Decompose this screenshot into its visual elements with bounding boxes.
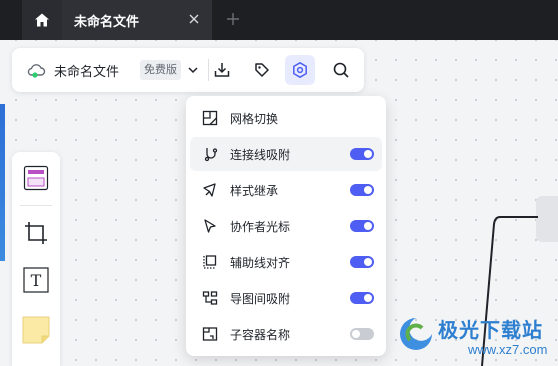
plus-icon[interactable] [224, 10, 242, 28]
connector-snap-icon [204, 148, 218, 162]
left-edge-strip [0, 104, 5, 366]
tab-active-document[interactable]: 未命名文件 [62, 0, 212, 40]
mindmap-snap-icon [202, 291, 218, 305]
sticky-note-tool[interactable] [22, 316, 50, 344]
watermark-url: www.xz7.com [468, 342, 548, 357]
tab-bar: 未命名文件 [0, 0, 558, 40]
watermark-text: 极光下载站 [438, 318, 543, 342]
tag-button[interactable] [247, 55, 277, 85]
container-name-icon [202, 327, 218, 341]
home-icon [35, 13, 49, 27]
menu-item-label: 导图间吸附 [230, 292, 291, 306]
watermark: 极光下载站 www.xz7.com [392, 308, 558, 366]
cursor-icon [204, 219, 216, 233]
plan-badge: 免费版 [140, 60, 181, 80]
crop-tool[interactable] [22, 219, 50, 247]
menu-item-guide-align[interactable]: 辅助线对齐 [190, 245, 382, 279]
menu-item-label: 样式继承 [230, 184, 279, 198]
document-toolbar: 未命名文件 免费版 [12, 48, 364, 92]
chevron-down-icon[interactable] [187, 64, 199, 76]
menu-item-label: 协作者光标 [230, 220, 291, 234]
home-tab[interactable] [22, 0, 62, 40]
gear-icon [293, 62, 307, 78]
menu-item-label: 子容器名称 [230, 328, 291, 342]
container-name-toggle[interactable] [350, 328, 374, 340]
text-icon: T [23, 267, 49, 293]
frame-icon [23, 165, 49, 191]
menu-item-label: 网格切换 [230, 112, 279, 126]
guide-align-icon [203, 255, 217, 269]
mindmap-snap-toggle[interactable] [350, 292, 374, 304]
guide-align-toggle[interactable] [350, 256, 374, 268]
shape-panel: T [12, 152, 60, 366]
close-icon[interactable] [186, 11, 202, 27]
connector-snap-toggle[interactable] [350, 148, 374, 160]
frame-tool[interactable] [22, 164, 50, 192]
style-inherit-icon [203, 183, 216, 197]
settings-button[interactable] [285, 55, 315, 85]
menu-item-mindmap-snap[interactable]: 导图间吸附 [190, 281, 382, 315]
grid-toggle-icon [202, 110, 218, 126]
tag-icon [255, 63, 269, 77]
tab-title: 未命名文件 [74, 15, 140, 30]
menu-item-container-name[interactable]: 子容器名称 [190, 317, 382, 351]
file-name[interactable]: 未命名文件 [54, 61, 119, 80]
text-tool[interactable]: T [22, 266, 50, 294]
menu-item-label: 辅助线对齐 [230, 256, 291, 270]
download-icon [214, 63, 230, 77]
style-inherit-toggle[interactable] [350, 184, 374, 196]
search-button[interactable] [326, 55, 356, 85]
cloud-icon [27, 64, 46, 78]
panel-divider [20, 205, 52, 206]
menu-item-label: 连接线吸附 [230, 148, 291, 162]
menu-item-connector-snap[interactable]: 连接线吸附 [190, 137, 382, 171]
menu-item-collaborator-cursor[interactable]: 协作者光标 [190, 209, 382, 243]
menu-item-style-inherit[interactable]: 样式继承 [190, 173, 382, 207]
menu-item-grid-toggle[interactable]: 网格切换 [190, 101, 382, 135]
watermark-logo [400, 318, 432, 350]
text-tool-glyph: T [31, 271, 42, 290]
sticky-note-icon [22, 316, 50, 344]
search-icon [333, 62, 349, 78]
download-button[interactable] [207, 55, 237, 85]
collaborator-cursor-toggle[interactable] [350, 220, 374, 232]
crop-icon [25, 222, 47, 244]
settings-menu: 网格切换 连接线吸附 样式继承 协作者光标 辅助线对齐 导图间吸附 子容器名称 [186, 96, 386, 356]
